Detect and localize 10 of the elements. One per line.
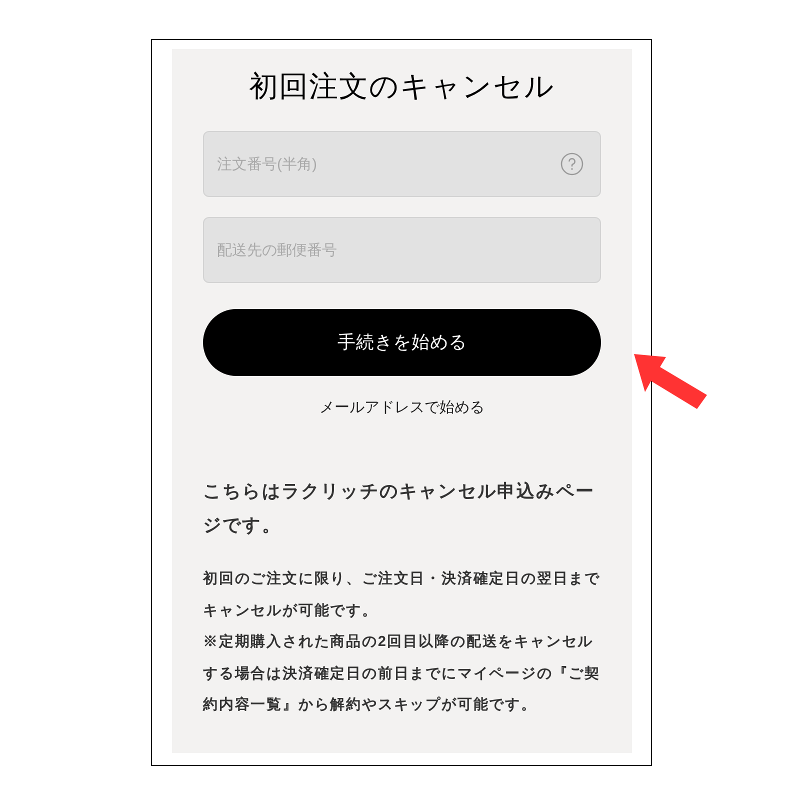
input-field[interactable]: 配送先の郵便番号	[203, 217, 601, 283]
input-field[interactable]: 注文番号(半角)	[203, 131, 601, 197]
arrow-icon	[634, 354, 708, 410]
note-text: 初回のご注文に限り、ご注文日・決済確定日の翌日までキャンセルが可能です。	[203, 569, 601, 620]
submit-button[interactable]: 手続きを始める	[203, 309, 601, 376]
note-text: ※定期購入された商品の2回目以降の配送をキャンセルする場合は決済確定日の前日までにマイページの『ご契約内容一覧』から解約やスキップが可能です。	[203, 632, 601, 715]
help-icon[interactable]	[560, 152, 584, 176]
intro-text: こちらはラクリッチのキャンセル申込みページです。	[203, 480, 596, 537]
page-title: 初回注文のキャンセル	[249, 70, 555, 105]
email-link[interactable]: メールアドレスで始める	[320, 394, 484, 422]
